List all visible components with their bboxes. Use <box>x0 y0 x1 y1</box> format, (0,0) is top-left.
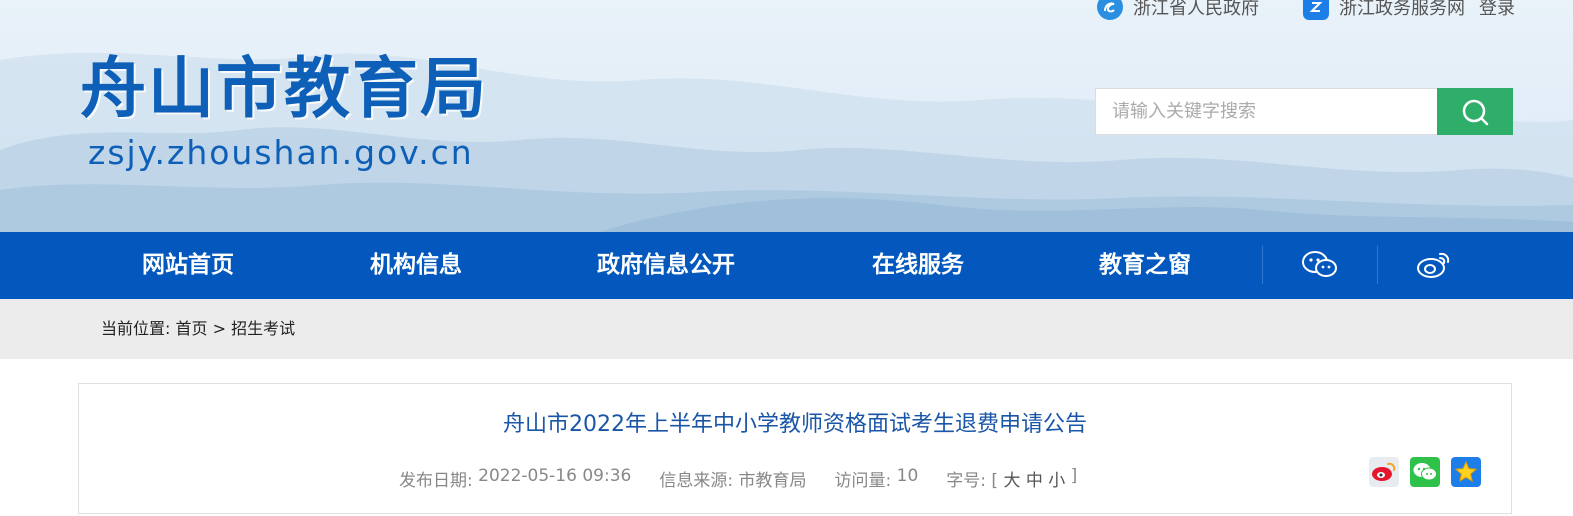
article-meta: 发布日期: 2022-05-16 09:36 信息来源: 市教育局 访问量: 1… <box>399 466 1077 491</box>
views-label: 访问量: <box>834 471 897 491</box>
zhejiang-gov-icon <box>1097 0 1123 20</box>
site-title: 舟山市教育局 <box>80 49 488 127</box>
article-title: 舟山市2022年上半年中小学教师资格面试考生退费申请公告 <box>503 412 1087 437</box>
top-link-zhejiang-gov[interactable]: 浙江省人民政府 <box>1097 0 1259 20</box>
search-icon <box>1462 99 1489 125</box>
nav-item-education-window[interactable]: 教育之窗 <box>1099 232 1191 299</box>
wechat-share-icon <box>1413 463 1437 481</box>
top-link-zj-service[interactable]: 浙江政务服务网 <box>1303 0 1465 20</box>
fontsize-small-button[interactable]: 小 <box>1048 466 1065 491</box>
nav-item-organization[interactable]: 机构信息 <box>370 232 462 299</box>
login-link[interactable]: 登录 <box>1479 0 1515 20</box>
share-wechat-button[interactable] <box>1410 457 1440 487</box>
breadcrumb-separator: > <box>207 319 232 338</box>
share-favorite-button[interactable] <box>1451 457 1481 487</box>
zj-service-icon <box>1303 0 1329 20</box>
nav-divider <box>1262 246 1263 284</box>
fontsize-large-button[interactable]: 大 <box>1003 466 1020 491</box>
top-link-label: 浙江省人民政府 <box>1133 0 1259 19</box>
nav-divider <box>1377 246 1378 284</box>
source-label: 信息来源: <box>659 471 739 491</box>
publish-date-label: 发布日期: <box>399 471 479 491</box>
breadcrumb-prefix: 当前位置: <box>101 319 176 338</box>
search-box <box>1095 88 1513 135</box>
nav-item-gov-info[interactable]: 政府信息公开 <box>597 232 735 299</box>
source: 市教育局 <box>738 471 807 491</box>
breadcrumb-current[interactable]: 招生考试 <box>231 299 295 359</box>
site-domain: zsjy.zhoushan.gov.cn <box>88 133 474 172</box>
nav-item-home[interactable]: 网站首页 <box>142 232 234 299</box>
fontsize-label: 字号: [ <box>946 471 1004 491</box>
fontsize-medium-button[interactable]: 中 <box>1026 466 1043 491</box>
breadcrumb-home[interactable]: 首页 <box>175 299 207 359</box>
fontsize-end: ] <box>1065 466 1078 486</box>
header: 浙江省人民政府 浙江政务服务网 登录 舟山市教育局 zsjy.zhoushan.… <box>0 0 1573 232</box>
views-count: 10 <box>896 466 919 486</box>
publish-date: 2022-05-16 09:36 <box>478 466 632 486</box>
top-links: 浙江省人民政府 浙江政务服务网 登录 <box>1097 0 1515 20</box>
main-nav: 网站首页 机构信息 政府信息公开 在线服务 教育之窗 <box>0 232 1573 299</box>
wechat-icon <box>1302 251 1337 277</box>
weibo-icon <box>1417 252 1450 278</box>
nav-wechat-button[interactable] <box>1300 246 1340 284</box>
nav-weibo-button[interactable] <box>1414 246 1454 284</box>
top-link-label: 浙江政务服务网 <box>1339 0 1465 19</box>
share-weibo-button[interactable] <box>1369 457 1399 487</box>
search-input[interactable] <box>1095 88 1437 135</box>
search-button[interactable] <box>1437 88 1513 135</box>
weibo-share-icon <box>1372 462 1396 481</box>
nav-item-online-service[interactable]: 在线服务 <box>872 232 964 299</box>
favorite-star-icon <box>1454 460 1478 483</box>
breadcrumb-bar: 当前位置: 首页 > 招生考试 <box>0 299 1573 359</box>
breadcrumb: 当前位置: 首页 > 招生考试 <box>101 299 295 359</box>
article-panel: 舟山市2022年上半年中小学教师资格面试考生退费申请公告 发布日期: 2022-… <box>78 383 1512 514</box>
